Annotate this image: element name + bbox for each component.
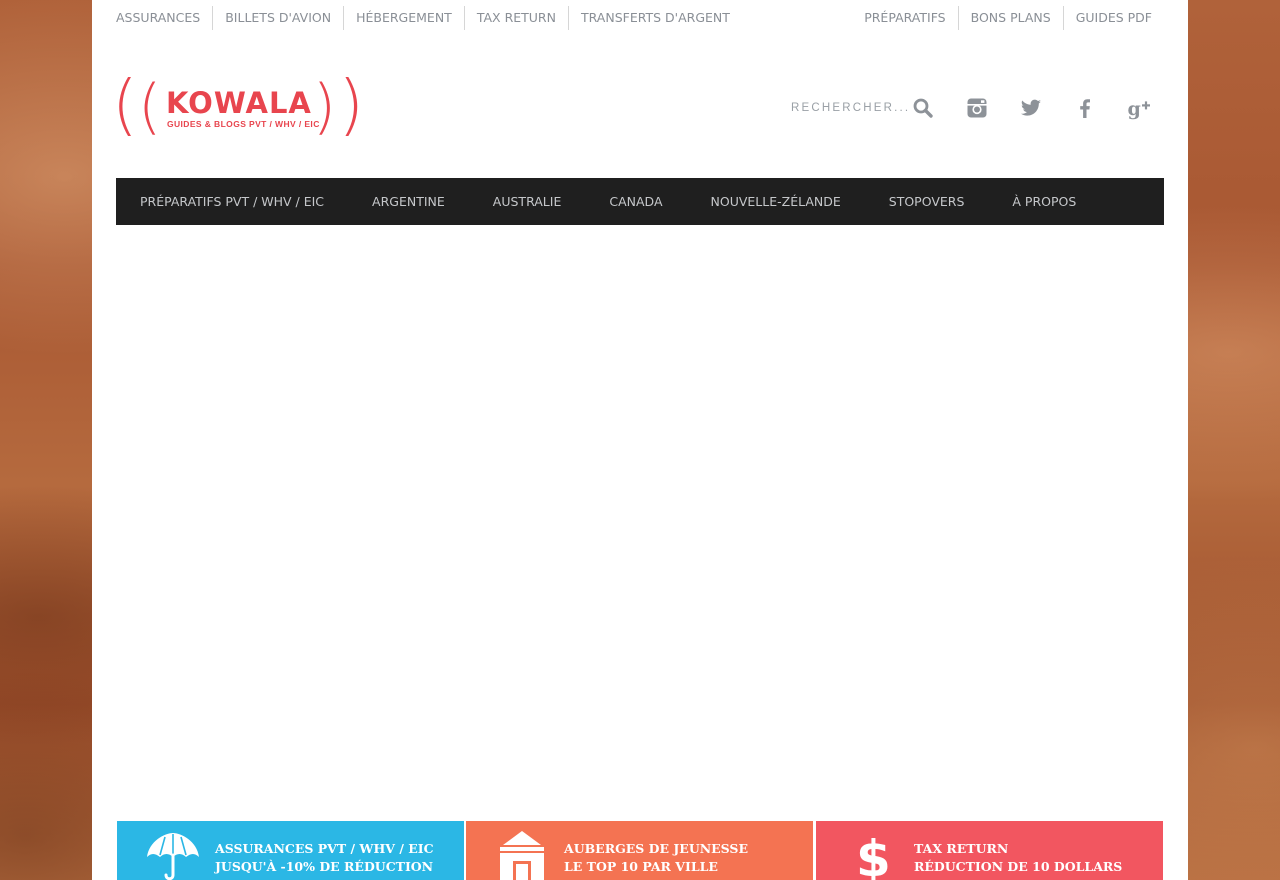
logo-bracket-right-outer: ) bbox=[338, 66, 364, 143]
promo-auberges[interactable]: AUBERGES DE JEUNESSE LE TOP 10 PAR VILLE bbox=[466, 821, 813, 880]
toplink-tax-return[interactable]: TAX RETURN bbox=[463, 6, 568, 30]
google-plus-icon[interactable]: g bbox=[1127, 96, 1151, 120]
nav-item-stopovers[interactable]: STOPOVERS bbox=[889, 194, 965, 209]
search-input[interactable]: RECHERCHER... bbox=[791, 102, 910, 114]
site-logo[interactable]: ( ( KOWALA GUIDES & BLOGS PVT / WHV / EI… bbox=[112, 72, 364, 141]
svg-text:$: $ bbox=[856, 831, 891, 880]
instagram-icon[interactable] bbox=[965, 96, 989, 120]
top-links-left: ASSURANCES BILLETS D'AVION HÉBERGEMENT T… bbox=[116, 6, 742, 30]
logo-bracket-left-inner: ( bbox=[138, 72, 162, 142]
main-navigation: PRÉPARATIFS PVT / WHV / EIC ARGENTINE AU… bbox=[116, 178, 1164, 225]
promo-title: AUBERGES DE JEUNESSE bbox=[564, 841, 748, 856]
logo-bracket-left-outer: ( bbox=[112, 66, 138, 143]
main-nav-list: PRÉPARATIFS PVT / WHV / EIC ARGENTINE AU… bbox=[116, 178, 1164, 225]
toplink-billets-avion[interactable]: BILLETS D'AVION bbox=[212, 6, 343, 30]
top-links-bar: ASSURANCES BILLETS D'AVION HÉBERGEMENT T… bbox=[116, 0, 1164, 36]
logo-tagline: GUIDES & BLOGS PVT / WHV / EIC bbox=[167, 119, 320, 129]
promo-banners: ASSURANCES PVT / WHV / EIC JUSQU'À -10% … bbox=[117, 821, 1163, 880]
nav-item-a-propos[interactable]: À PROPOS bbox=[1012, 194, 1076, 209]
promo-tax-return[interactable]: $ TAX RETURN RÉDUCTION DE 10 DOLLARS bbox=[816, 821, 1163, 880]
promo-subtitle: LE TOP 10 PAR VILLE bbox=[564, 859, 718, 874]
page-container: ASSURANCES BILLETS D'AVION HÉBERGEMENT T… bbox=[92, 0, 1188, 880]
umbrella-icon bbox=[145, 831, 201, 880]
toplink-transferts-argent[interactable]: TRANSFERTS D'ARGENT bbox=[567, 6, 742, 30]
toplink-hebergement[interactable]: HÉBERGEMENT bbox=[343, 6, 464, 30]
toplink-guides-pdf[interactable]: GUIDES PDF bbox=[1062, 6, 1152, 30]
top-links-right: PRÉPARATIFS BONS PLANS GUIDES PDF bbox=[864, 6, 1152, 30]
promo-title: ASSURANCES PVT / WHV / EIC bbox=[215, 841, 434, 856]
toplink-preparatifs[interactable]: PRÉPARATIFS bbox=[864, 6, 957, 30]
twitter-icon[interactable] bbox=[1019, 96, 1043, 120]
logo-brand-text: KOWALA bbox=[166, 86, 312, 120]
nav-item-australie[interactable]: AUSTRALIE bbox=[493, 194, 562, 209]
house-icon bbox=[494, 831, 550, 880]
dollar-icon: $ bbox=[844, 830, 900, 880]
svg-text:g: g bbox=[1128, 98, 1141, 120]
logo-bracket-right-inner: ) bbox=[312, 72, 336, 142]
search-icon[interactable] bbox=[911, 96, 935, 120]
promo-subtitle: JUSQU'À -10% DE RÉDUCTION bbox=[215, 859, 434, 874]
nav-item-nouvelle-zelande[interactable]: NOUVELLE-ZÉLANDE bbox=[711, 194, 841, 209]
nav-item-canada[interactable]: CANADA bbox=[609, 194, 662, 209]
nav-item-argentine[interactable]: ARGENTINE bbox=[372, 194, 445, 209]
promo-subtitle: RÉDUCTION DE 10 DOLLARS bbox=[914, 859, 1123, 874]
nav-item-preparatifs[interactable]: PRÉPARATIFS PVT / WHV / EIC bbox=[140, 194, 324, 209]
promo-assurances[interactable]: ASSURANCES PVT / WHV / EIC JUSQU'À -10% … bbox=[117, 821, 464, 880]
toplink-assurances[interactable]: ASSURANCES bbox=[116, 6, 212, 30]
toplink-bons-plans[interactable]: BONS PLANS bbox=[957, 6, 1063, 30]
promo-title: TAX RETURN bbox=[914, 841, 1009, 856]
facebook-icon[interactable] bbox=[1073, 96, 1097, 120]
